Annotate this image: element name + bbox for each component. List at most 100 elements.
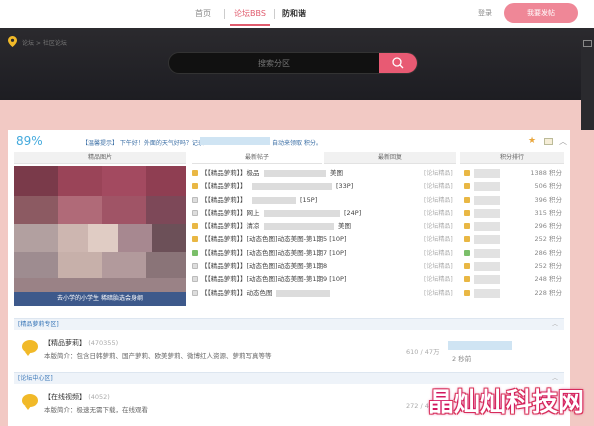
rank-row[interactable]: 506 积分 <box>464 180 564 193</box>
thread-row[interactable]: 【【精品萝莉】】[动态色图]动态美图-第1期5 [10P] [论坛精品] <box>192 233 454 246</box>
rank-username-blurred[interactable] <box>474 208 500 218</box>
thread-tag[interactable]: [论坛精品] <box>424 273 453 286</box>
forum-row[interactable]: 【精品萝莉】 (470355) 本版简介：包含日韩萝莉、国产萝莉、欧美萝莉、微博… <box>14 332 564 366</box>
thread-tag[interactable]: [论坛精品] <box>424 233 453 246</box>
search-bar <box>168 52 418 74</box>
thread-row[interactable]: 【【精品萝莉】】[动态色图]动态美图-第1期8 [论坛精品] <box>192 260 454 273</box>
thread-type-icon <box>192 236 198 243</box>
nav-link-anti-censor[interactable]: 防和谐 <box>278 6 310 22</box>
points-rank-list: 1388 积分 506 积分 396 积分 315 积分 296 积分 252 积分 286… <box>464 167 564 300</box>
rank-row[interactable]: 228 积分 <box>464 287 564 300</box>
rank-row[interactable]: 286 积分 <box>464 247 564 260</box>
thread-title[interactable]: 【【精品萝莉】】网上 <box>201 207 260 220</box>
thread-tag[interactable]: [论坛精品] <box>424 247 453 260</box>
thread-tag[interactable]: [论坛精品] <box>424 194 453 207</box>
thread-type-icon <box>192 170 198 176</box>
rank-username-blurred[interactable] <box>474 222 500 232</box>
thread-title-tail: [15P] <box>300 195 318 204</box>
thread-title[interactable]: 【【精品萝莉】】极品 <box>201 167 260 180</box>
rank-username-blurred[interactable] <box>474 262 500 272</box>
rank-username-blurred[interactable] <box>474 275 500 285</box>
thread-title[interactable]: 【【精品萝莉】】清凉 <box>201 220 260 233</box>
rank-points: 252 积分 <box>534 235 562 244</box>
rank-avatar-icon <box>464 236 470 243</box>
forum-name[interactable]: 【精品萝莉】 (470355) <box>44 338 118 348</box>
greeting-blurred <box>200 137 270 145</box>
thread-row[interactable]: 【【精品萝莉】】极品 美图 [论坛精品] <box>192 167 454 180</box>
thread-tag[interactable]: [论坛精品] <box>424 287 453 300</box>
thread-title-blurred <box>276 289 330 297</box>
image-icon[interactable] <box>544 138 553 145</box>
rank-username-blurred[interactable] <box>474 248 500 258</box>
header-banner: 论坛 > 社区论坛 <box>0 28 594 100</box>
breadcrumb[interactable]: 论坛 > 社区论坛 <box>22 38 67 47</box>
thread-title[interactable]: 【【精品萝莉】】[动态色图]动态美图-第1期9 [10P] <box>201 273 347 286</box>
rank-row[interactable]: 252 积分 <box>464 233 564 246</box>
star-icon[interactable]: ★ <box>528 137 536 146</box>
forum-name[interactable]: 【在线视频】 (4052) <box>44 392 110 402</box>
search-icon <box>392 57 404 69</box>
chevron-up-icon[interactable]: ︿ <box>559 136 567 147</box>
rank-points: 286 积分 <box>534 248 562 257</box>
thread-title[interactable]: 【【精品萝莉】】 <box>201 194 247 207</box>
thread-tag[interactable]: [论坛精品] <box>424 220 453 233</box>
tab-featured[interactable]: 精品图片 <box>14 152 186 164</box>
collapse-icon[interactable]: ︿ <box>552 319 558 331</box>
thread-title-blurred <box>264 223 334 231</box>
forum-panel: 89% 【温馨提示】 下午好！外面的天气好吗？记录 自动来领取 积分。 ★ ︿ … <box>8 130 570 426</box>
thread-row[interactable]: 【【精品萝莉】】动态色图 [论坛精品] <box>192 287 454 300</box>
thread-title[interactable]: 【【精品萝莉】】[动态色图]动态美图-第1期8 <box>201 260 327 273</box>
rank-row[interactable]: 248 积分 <box>464 273 564 286</box>
nav-separator <box>224 9 225 19</box>
thread-title-blurred <box>264 209 340 217</box>
login-link[interactable]: 登录 <box>478 8 492 18</box>
rank-username-blurred[interactable] <box>474 288 500 298</box>
thread-type-icon <box>192 196 198 203</box>
thread-title[interactable]: 【【精品萝莉】】[动态色图]动态美图-第1期7 [10P] <box>201 247 347 260</box>
forum-bubble-icon <box>22 340 38 356</box>
greeting-bar: 89% 【温馨提示】 下午好！外面的天气好吗？记录 自动来领取 积分。 ★ ︿ <box>14 134 567 150</box>
side-toolbar-icon[interactable] <box>583 40 592 47</box>
thread-row[interactable]: 【【精品萝莉】】 [15P] [论坛精品] <box>192 194 454 207</box>
thread-tag[interactable]: [论坛精品] <box>424 260 453 273</box>
thread-title[interactable]: 【【精品萝莉】】 <box>201 180 247 193</box>
featured-caption[interactable]: 去小学的小学生 稀暗胎选会身纲 <box>14 292 186 306</box>
nav-link-home[interactable]: 首页 <box>188 6 218 22</box>
thread-title[interactable]: 【【精品萝莉】】动态色图 <box>201 287 273 300</box>
thread-row[interactable]: 【【精品萝莉】】[动态色图]动态美图-第1期9 [10P] [论坛精品] <box>192 273 454 286</box>
rank-username-blurred[interactable] <box>474 182 500 192</box>
post-button[interactable]: 我要发帖 <box>504 3 578 23</box>
rank-row[interactable]: 252 积分 <box>464 260 564 273</box>
thread-row[interactable]: 【【精品萝莉】】网上 [24P] [论坛精品] <box>192 207 454 220</box>
thread-row[interactable]: 【【精品萝莉】】 [33P] [论坛精品] <box>192 180 454 193</box>
tab-points-rank[interactable]: 积分排行 <box>460 152 564 164</box>
rank-points: 248 积分 <box>534 275 562 284</box>
forum-latest-post[interactable] <box>448 341 512 350</box>
search-input[interactable] <box>169 53 379 73</box>
rank-row[interactable]: 1388 积分 <box>464 167 564 180</box>
rank-username-blurred[interactable] <box>474 169 500 178</box>
thread-type-icon <box>192 263 198 270</box>
section-header[interactable]: [精品萝莉专区] ︿ <box>14 318 564 330</box>
thread-row[interactable]: 【【精品萝莉】】[动态色图]动态美图-第1期7 [10P] [论坛精品] <box>192 247 454 260</box>
thread-tag[interactable]: [论坛精品] <box>424 207 453 220</box>
thread-row[interactable]: 【【精品萝莉】】清凉 美图 [论坛精品] <box>192 220 454 233</box>
rank-username-blurred[interactable] <box>474 235 500 245</box>
featured-image[interactable] <box>14 166 186 306</box>
rank-username-blurred[interactable] <box>474 195 500 205</box>
rank-row[interactable]: 315 积分 <box>464 207 564 220</box>
top-navigation: 首页 论坛BBS 防和谐 登录 我要发帖 <box>0 0 594 28</box>
thread-title[interactable]: 【【精品萝莉】】[动态色图]动态美图-第1期5 [10P] <box>201 233 347 246</box>
tab-latest-posts[interactable]: 最新帖子 <box>192 152 322 164</box>
tab-latest-replies[interactable]: 最新回复 <box>324 152 456 164</box>
rank-points: 296 积分 <box>534 222 562 231</box>
thread-title-tail: 美图 <box>330 169 343 177</box>
rank-avatar-icon <box>464 209 470 216</box>
thread-type-icon <box>192 276 198 283</box>
nav-link-bbs[interactable]: 论坛BBS <box>230 6 270 26</box>
thread-tag[interactable]: [论坛精品] <box>424 167 453 180</box>
rank-row[interactable]: 396 积分 <box>464 194 564 207</box>
search-button[interactable] <box>379 53 417 73</box>
rank-row[interactable]: 296 积分 <box>464 220 564 233</box>
thread-tag[interactable]: [论坛精品] <box>424 180 453 193</box>
